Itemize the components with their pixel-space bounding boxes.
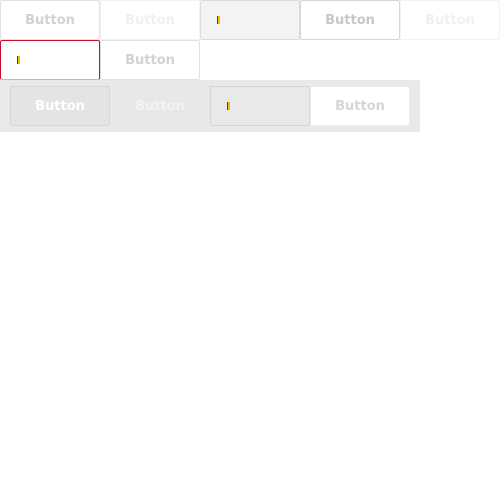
panel-button-2-disabled[interactable]: Button	[110, 86, 210, 126]
button-row2-label: Button	[125, 52, 175, 68]
button-2-label: Button	[125, 12, 175, 28]
button-panel: Button Button Button	[0, 80, 420, 132]
button-3-text-input[interactable]	[200, 0, 300, 40]
button-4[interactable]: Button	[300, 0, 400, 40]
button-4-label: Button	[325, 12, 375, 28]
panel-button-1-label: Button	[35, 98, 85, 114]
panel-button-4-label: Button	[335, 98, 385, 114]
button-1[interactable]: Button	[0, 0, 100, 40]
panel-button-2-label: Button	[135, 98, 185, 114]
button-1-label: Button	[25, 12, 75, 28]
button-5-label: Button	[425, 12, 475, 28]
panel-button-1[interactable]: Button	[10, 86, 110, 126]
focused-text-button[interactable]	[0, 40, 100, 80]
text-cursor-icon	[227, 102, 230, 110]
button-2-disabled[interactable]: Button	[100, 0, 200, 40]
button-5-disabled[interactable]: Button	[400, 0, 500, 40]
text-cursor-icon	[17, 56, 20, 64]
panel-button-3-text-input[interactable]	[210, 86, 310, 126]
text-cursor-icon	[217, 16, 220, 24]
button-row2[interactable]: Button	[100, 40, 200, 80]
panel-button-4[interactable]: Button	[310, 86, 410, 126]
